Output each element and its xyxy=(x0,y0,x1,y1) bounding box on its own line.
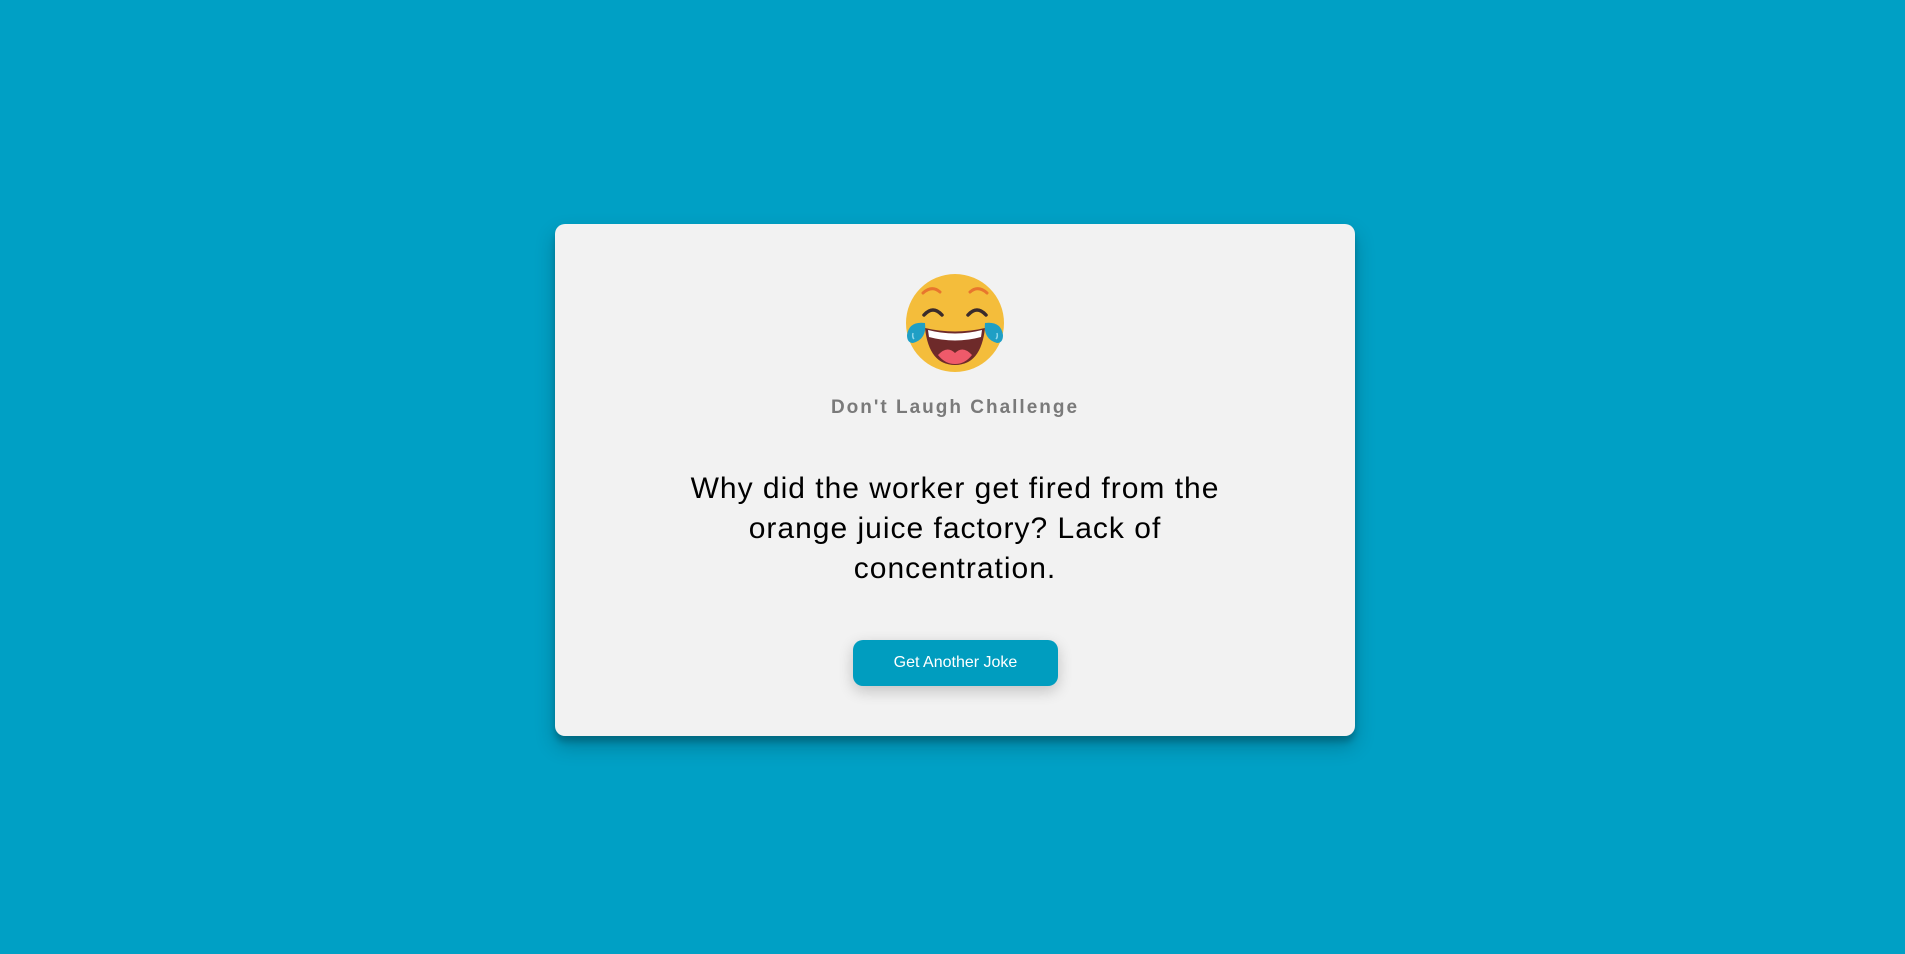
joke-text: Why did the worker get fired from the or… xyxy=(690,472,1220,585)
joke-card: Don't Laugh Challenge Why did the worker… xyxy=(555,224,1355,736)
get-another-joke-button[interactable]: Get Another Joke xyxy=(853,640,1058,686)
challenge-title: Don't Laugh Challenge xyxy=(830,397,1080,418)
laughing-emoji-icon xyxy=(905,273,1005,373)
